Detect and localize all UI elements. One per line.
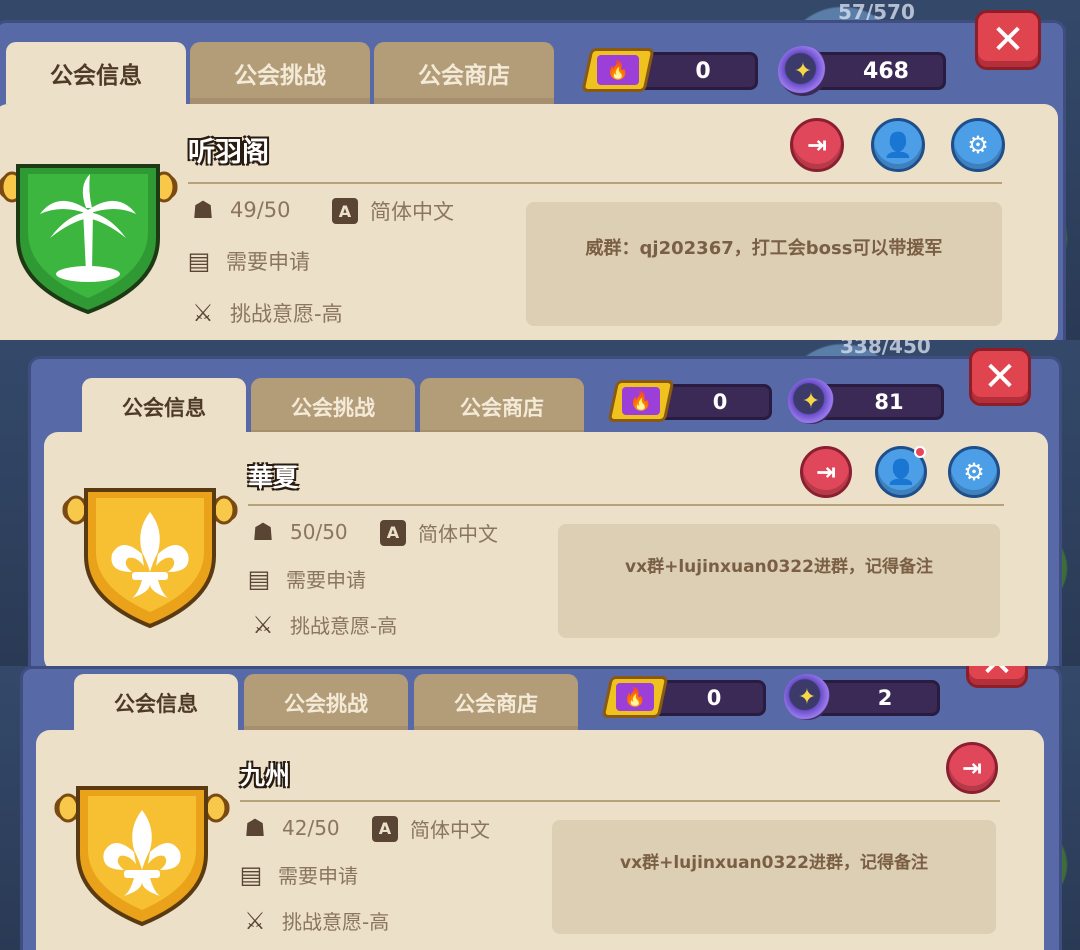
- guild-notice-text: 威群：qj202367，打工会boss可以带援军: [585, 238, 943, 259]
- sword-icon: ⚔: [192, 299, 214, 327]
- member-count-value: 49/50: [230, 198, 291, 222]
- settings-button[interactable]: ⚙: [951, 118, 1005, 172]
- leave-guild-button[interactable]: ⇥: [790, 118, 844, 172]
- star-coin-icon: ✦: [784, 674, 830, 720]
- people-icon: ☗: [192, 196, 214, 224]
- member-count: ☗ 42/50: [240, 814, 340, 842]
- tab-guild-challenge[interactable]: 公会挑战: [251, 378, 415, 436]
- guild-name: 听羽阁: [188, 137, 269, 168]
- challenge-willingness-value: 挑战意愿-高: [282, 910, 390, 934]
- tab-guild-shop[interactable]: 公会商店: [420, 378, 584, 436]
- people-icon: ☗: [252, 518, 274, 546]
- settings-button[interactable]: ⚙: [948, 446, 1000, 498]
- close-button[interactable]: ✕: [969, 348, 1031, 406]
- coin-value: 2: [877, 686, 893, 710]
- tab-guild-info[interactable]: 公会信息: [74, 674, 238, 732]
- tab-guild-challenge[interactable]: 公会挑战: [244, 674, 408, 732]
- join-type: ▤ 需要申请: [244, 564, 366, 593]
- tab-guild-shop[interactable]: 公会商店: [374, 42, 554, 104]
- divider: [188, 182, 1002, 184]
- divider: [240, 800, 1000, 802]
- scroll-icon: ▤: [239, 860, 263, 889]
- guild-language: A 简体中文: [332, 196, 454, 226]
- challenge-willingness: ⚔ 挑战意愿-高: [240, 906, 389, 935]
- scroll-icon: ▤: [187, 247, 211, 275]
- gear-icon: ⚙: [967, 131, 989, 159]
- tab-guild-challenge[interactable]: 公会挑战: [190, 42, 370, 104]
- challenge-willingness-value: 挑战意愿-高: [290, 614, 398, 638]
- guild-emblem-fleur: [62, 488, 238, 629]
- member-count: ☗ 50/50: [248, 518, 348, 546]
- flame-ticket-icon: 🔥: [607, 380, 675, 422]
- guild-notice: vx群+lujinxuan0322进群，记得备注: [552, 820, 996, 934]
- exit-door-icon: ⇥: [961, 754, 983, 782]
- tab-guild-shop[interactable]: 公会商店: [414, 674, 578, 732]
- guild-screenshot-2: 338/450 公会信息 公会挑战 公会商店 0 🔥 81 ✦ ✕ 華夏 ⇥ 👤…: [0, 340, 1080, 666]
- ticket-value: 0: [712, 390, 728, 414]
- guild-language: A 简体中文: [372, 814, 490, 843]
- guild-language-value: 简体中文: [370, 200, 454, 224]
- language-a-icon: A: [332, 198, 358, 224]
- join-type: ▤ 需要申请: [236, 860, 358, 889]
- guild-language: A 简体中文: [380, 518, 498, 547]
- guild-notice: 威群：qj202367，打工会boss可以带援军: [526, 202, 1002, 326]
- sword-icon: ⚔: [252, 610, 274, 639]
- coin-counter: 468: [810, 52, 946, 90]
- member-count-value: 50/50: [290, 520, 348, 544]
- coin-value: 468: [863, 58, 909, 84]
- guild-notice-text: vx群+lujinxuan0322进群，记得备注: [620, 853, 928, 873]
- close-icon: ✕: [983, 354, 1017, 400]
- notification-dot: [914, 446, 926, 458]
- member-count: ☗ 49/50: [188, 196, 291, 224]
- challenge-willingness: ⚔ 挑战意愿-高: [188, 298, 343, 328]
- close-icon: ✕: [980, 666, 1014, 683]
- members-button[interactable]: 👤: [871, 118, 925, 172]
- person-icon: 👤: [883, 131, 913, 159]
- join-type: ▤ 需要申请: [184, 246, 310, 276]
- challenge-willingness: ⚔ 挑战意愿-高: [248, 610, 397, 639]
- join-type-value: 需要申请: [226, 250, 310, 274]
- star-coin-icon: ✦: [778, 46, 828, 96]
- language-a-icon: A: [380, 519, 406, 546]
- divider: [248, 504, 1004, 506]
- member-count-value: 42/50: [282, 816, 340, 840]
- guild-name: 華夏: [248, 463, 299, 492]
- join-type-value: 需要申请: [286, 568, 366, 592]
- star-coin-icon: ✦: [788, 378, 834, 424]
- close-icon: ✕: [991, 17, 1025, 63]
- guild-screenshot-3: 公会信息 公会挑战 公会商店 0 🔥 2 ✦ ✕ 九州 ⇥ ☗ 42/50 A …: [0, 666, 1080, 950]
- close-button[interactable]: ✕: [975, 10, 1041, 70]
- guild-language-value: 简体中文: [410, 818, 490, 842]
- people-icon: ☗: [244, 814, 266, 842]
- coin-value: 81: [874, 390, 904, 414]
- coin-counter: 81: [818, 384, 944, 420]
- tab-guild-info[interactable]: 公会信息: [82, 378, 246, 436]
- guild-notice: vx群+lujinxuan0322进群，记得备注: [558, 524, 1000, 638]
- members-button[interactable]: 👤: [875, 446, 927, 498]
- coin-counter: 2: [814, 680, 940, 716]
- leave-guild-button[interactable]: ⇥: [800, 446, 852, 498]
- guild-notice-text: vx群+lujinxuan0322进群，记得备注: [625, 557, 933, 577]
- sword-icon: ⚔: [244, 906, 266, 935]
- guild-language-value: 简体中文: [418, 522, 498, 546]
- ticket-value: 0: [706, 686, 722, 710]
- flame-ticket-icon: 🔥: [601, 676, 669, 718]
- exit-door-icon: ⇥: [806, 131, 828, 159]
- language-a-icon: A: [372, 815, 398, 842]
- challenge-willingness-value: 挑战意愿-高: [230, 302, 343, 326]
- leave-guild-button[interactable]: ⇥: [946, 742, 998, 794]
- close-button[interactable]: ✕: [966, 666, 1028, 688]
- exit-door-icon: ⇥: [815, 458, 837, 486]
- tab-guild-info[interactable]: 公会信息: [6, 42, 186, 104]
- guild-emblem-palm: [0, 164, 178, 315]
- guild-screenshot-1: 57/570 公会信息 公会挑战 公会商店 0 🔥 468 ✦ ✕ 听羽阁 ⇥ …: [0, 0, 1080, 340]
- ticket-value: 0: [695, 58, 711, 84]
- join-type-value: 需要申请: [278, 864, 358, 888]
- guild-emblem-fleur: [54, 786, 230, 927]
- gear-icon: ⚙: [963, 458, 985, 486]
- person-icon: 👤: [886, 458, 916, 486]
- guild-name: 九州: [240, 761, 291, 790]
- scroll-icon: ▤: [247, 564, 271, 593]
- flame-ticket-icon: 🔥: [581, 48, 655, 92]
